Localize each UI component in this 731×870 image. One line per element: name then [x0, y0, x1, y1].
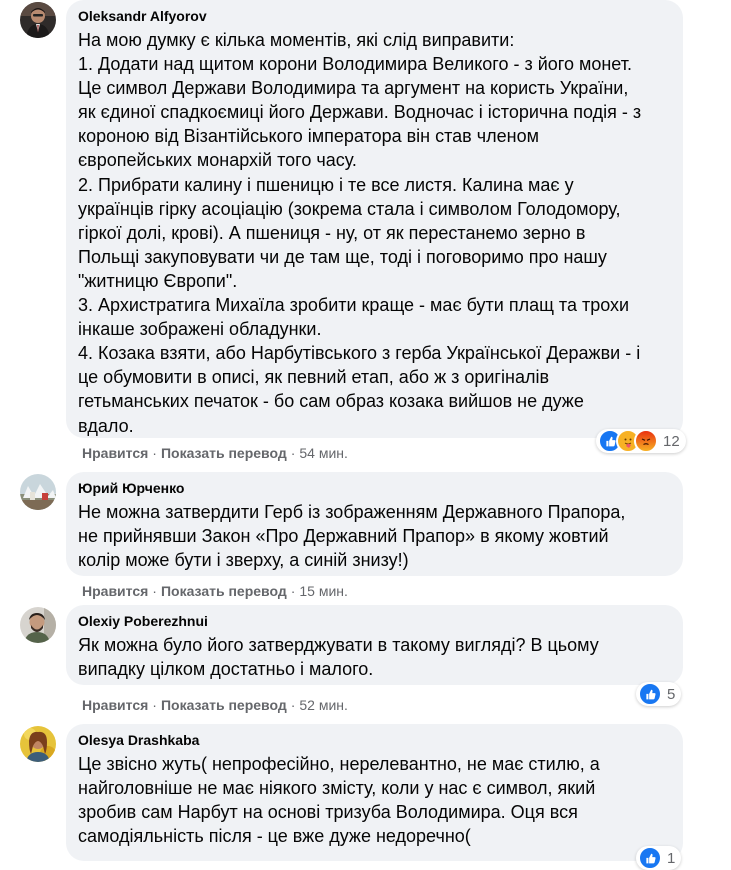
comment-author[interactable]: Oleksandr Alfyorov [78, 7, 671, 25]
comment-text: Як можна було його затверджувати в таком… [78, 635, 599, 680]
avatar-photo-icon [20, 607, 56, 643]
comment-bubble: Юрий Юрченко Не можна затвердити Герб із… [66, 472, 683, 576]
reaction-count: 1 [667, 849, 676, 867]
comment-bubble: Oleksandr Alfyorov На мою думку є кілька… [66, 0, 683, 438]
avatar[interactable] [20, 607, 56, 643]
separator-dot: · [290, 445, 296, 461]
separator-dot: · [152, 697, 157, 713]
reaction-summary[interactable]: 1 [636, 846, 682, 870]
separator-dot: · [290, 583, 296, 599]
comment-actions: Нравится · Показать перевод · 52 мин. [82, 697, 348, 713]
comment-bubble: Olexiy Poberezhnui Як можна було його за… [66, 605, 683, 685]
comment-time[interactable]: 52 мин. [299, 697, 348, 713]
separator-dot: · [152, 583, 157, 599]
avatar-photo-icon [20, 474, 56, 510]
comment-time[interactable]: 54 мин. [299, 445, 348, 461]
comment-text: Не можна затвердити Герб із зображенням … [78, 502, 626, 571]
comment-text: Це звісно жуть( непрофесійно, нерелевант… [78, 754, 600, 847]
reaction-summary[interactable]: 12 [596, 429, 686, 453]
comment-bubble: Olesya Drashkaba Це звісно жуть( непрофе… [66, 724, 683, 861]
translate-link[interactable]: Показать перевод [161, 697, 287, 713]
reaction-count: 12 [663, 432, 680, 450]
separator-dot: · [152, 445, 157, 461]
comment-actions: Нравится · Показать перевод · 54 мин. [82, 445, 348, 461]
comment-author[interactable]: Olexiy Poberezhnui [78, 612, 671, 630]
reaction-count: 5 [667, 685, 676, 703]
reaction-summary[interactable]: 5 [636, 682, 682, 706]
like-button[interactable]: Нравится [82, 697, 148, 713]
avatar[interactable] [20, 726, 56, 762]
like-reaction-icon [638, 846, 662, 870]
comment-author[interactable]: Olesya Drashkaba [78, 731, 671, 749]
comment-actions: Нравится · Показать перевод · 15 мин. [82, 583, 348, 599]
like-button[interactable]: Нравится [82, 583, 148, 599]
comment-text: На мою думку є кілька моментів, які слід… [78, 30, 642, 436]
comment-time[interactable]: 15 мин. [299, 583, 348, 599]
like-reaction-icon [638, 682, 662, 706]
separator-dot: · [290, 697, 296, 713]
avatar[interactable] [20, 2, 56, 38]
translate-link[interactable]: Показать перевод [161, 583, 287, 599]
comment-author[interactable]: Юрий Юрченко [78, 479, 671, 497]
avatar-photo-icon [20, 726, 56, 762]
angry-reaction-icon [634, 429, 658, 453]
translate-link[interactable]: Показать перевод [161, 445, 287, 461]
avatar-photo-icon [20, 2, 56, 38]
avatar[interactable] [20, 474, 56, 510]
like-button[interactable]: Нравится [82, 445, 148, 461]
